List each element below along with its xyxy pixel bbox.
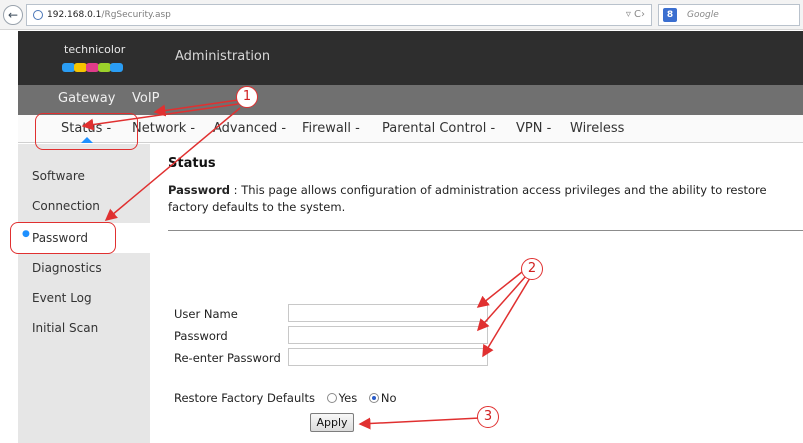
restore-defaults-row: Restore Factory Defaults Yes No: [174, 391, 397, 405]
restore-no-label: No: [380, 391, 397, 405]
bullet-icon: ●: [22, 229, 30, 239]
description-text: This page allows configuration of admini…: [168, 183, 767, 214]
sidebar: Software Connection ● Password Diagnosti…: [18, 144, 150, 443]
sidebar-item-software[interactable]: Software: [32, 169, 85, 183]
tab-firewall[interactable]: Firewall -: [302, 121, 360, 136]
tab-voip[interactable]: VoIP: [132, 91, 160, 106]
header-title: Administration: [175, 49, 271, 64]
globe-icon: [33, 10, 43, 20]
search-engine-icon[interactable]: 8: [663, 8, 677, 22]
tab-gateway[interactable]: Gateway: [58, 91, 115, 106]
browser-toolbar: ← 192.168.0.1/RgSecurity.asp ▿ C› 8 Goog…: [0, 0, 803, 30]
restore-yes-radio[interactable]: [326, 393, 337, 403]
tab-parental-control[interactable]: Parental Control -: [382, 121, 495, 136]
apply-button[interactable]: Apply: [310, 413, 354, 432]
password-label: Password: [174, 329, 228, 343]
sidebar-item-label: Password: [32, 231, 89, 245]
username-label: User Name: [174, 307, 238, 321]
tab-advanced[interactable]: Advanced -: [213, 121, 286, 136]
reenter-password-label: Re-enter Password: [174, 351, 281, 365]
reload-icon[interactable]: ▿ C›: [626, 5, 645, 25]
sidebar-item-password[interactable]: ● Password: [18, 223, 150, 253]
restore-defaults-label: Restore Factory Defaults: [174, 391, 315, 405]
url-host: 192.168.0.1: [47, 10, 102, 20]
sidebar-item-initial-scan[interactable]: Initial Scan: [32, 321, 98, 335]
main-content: Status Password : This page allows confi…: [150, 144, 803, 443]
search-placeholder: Google: [687, 10, 719, 20]
url-path: /RgSecurity.asp: [101, 10, 171, 20]
primary-nav: Gateway VoIP: [18, 85, 803, 115]
description-separator: :: [230, 183, 242, 197]
sidebar-item-diagnostics[interactable]: Diagnostics: [32, 261, 102, 275]
tab-vpn[interactable]: VPN -: [516, 121, 551, 136]
sidebar-item-connection[interactable]: Connection: [32, 199, 100, 213]
address-bar[interactable]: 192.168.0.1/RgSecurity.asp ▿ C›: [26, 4, 652, 26]
tab-wireless[interactable]: Wireless: [570, 121, 624, 136]
secondary-nav: Status - Network - Advanced - Firewall -…: [18, 115, 803, 143]
tab-network[interactable]: Network -: [132, 121, 195, 136]
search-input[interactable]: 8 Google: [658, 4, 800, 26]
page-description: Password : This page allows configuratio…: [168, 182, 796, 216]
restore-yes-label: Yes: [338, 391, 358, 405]
restore-no-radio[interactable]: [368, 393, 379, 403]
page-title: Status: [168, 156, 216, 171]
brand-logo-text: technicolor: [64, 43, 126, 56]
router-header: technicolor Administration: [18, 31, 803, 85]
password-input[interactable]: [288, 326, 488, 344]
sidebar-item-event-log[interactable]: Event Log: [32, 291, 92, 305]
brand-logo-icon: [62, 57, 128, 72]
active-tab-indicator: [81, 137, 93, 143]
reenter-password-input[interactable]: [288, 348, 488, 366]
divider: [168, 230, 803, 231]
description-label: Password: [168, 183, 230, 197]
tab-status[interactable]: Status -: [61, 121, 111, 136]
username-input[interactable]: [288, 304, 488, 322]
back-arrow-icon[interactable]: ←: [3, 5, 23, 25]
